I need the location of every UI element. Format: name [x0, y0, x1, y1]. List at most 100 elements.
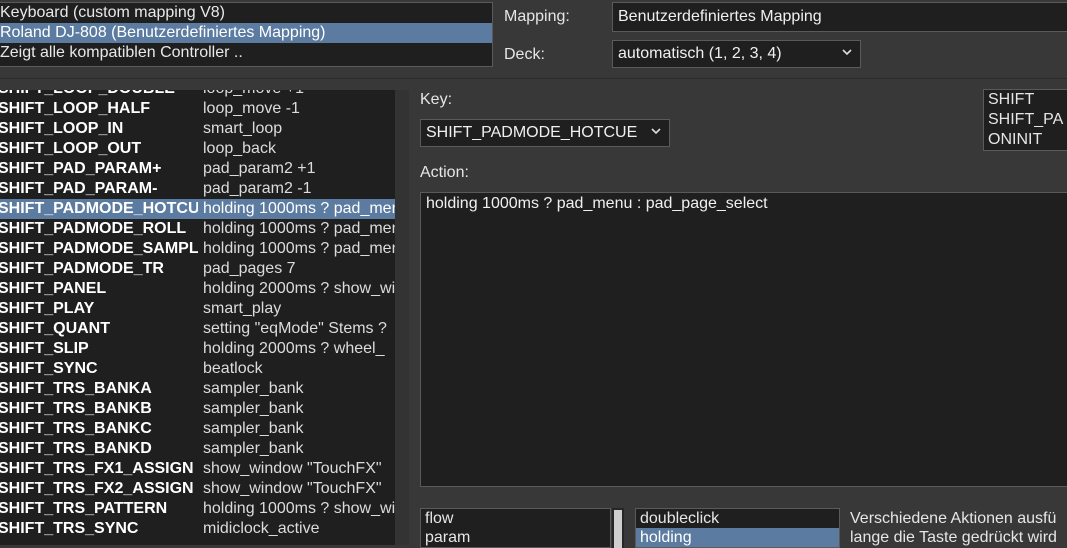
mapping-row[interactable]: SHIFT_PADMODE_ROLL holding 1000ms ? pad_m…: [0, 219, 395, 239]
category-list[interactable]: flow param: [420, 508, 611, 548]
mapping-action: show_window "TouchFX": [203, 480, 382, 497]
modifier-item[interactable]: SHIFT_PA: [984, 110, 1067, 130]
deck-select-value: automatisch (1, 2, 3, 4): [618, 45, 782, 62]
mapping-action: holding 1000ms ? pad_menu: [203, 240, 395, 257]
chevron-down-icon: [842, 49, 852, 56]
mapping-key: SHIFT_LOOP_DOUBLE: [0, 90, 198, 99]
mapping-row[interactable]: SHIFT_LOOP_HALF loop_move -1: [0, 99, 395, 119]
event-item[interactable]: holding: [636, 528, 839, 547]
mapping-key: SHIFT_TRS_FX2_ASSIGN: [0, 480, 194, 497]
mapping-row[interactable]: SHIFT_PLAY smart_play: [0, 299, 395, 319]
mapping-row[interactable]: SHIFT_TRS_BANKB sampler_bank: [0, 399, 395, 419]
mapping-row[interactable]: SHIFT_PADMODE_SAMPLER holding 1000ms ? pa…: [0, 239, 395, 259]
mapping-row[interactable]: SHIFT_TRS_FX1_ASSIGN show_window "TouchFX…: [0, 459, 395, 479]
mapping-row[interactable]: SHIFT_LOOP_IN smart_loop: [0, 119, 395, 139]
key-label: Key:: [420, 91, 453, 108]
mapping-action: setting "eqMode" Stems ?: [203, 320, 387, 337]
mapping-action: pad_param2 -1: [203, 180, 312, 197]
mapping-key: SHIFT_LOOP_OUT: [0, 140, 142, 157]
category-scrollbar-thumb[interactable]: [614, 510, 622, 548]
mapping-key: SHIFT_SLIP: [0, 340, 89, 357]
mapping-action: pad_param2 +1: [203, 160, 316, 177]
mapping-key: SHIFT_QUANT: [0, 320, 110, 337]
mapping-row[interactable]: SHIFT_TRS_FX2_ASSIGN show_window "TouchFX…: [0, 479, 395, 499]
chevron-down-icon: [651, 128, 661, 135]
list-gutter: [395, 90, 409, 545]
action-editor[interactable]: holding 1000ms ? pad_menu : pad_page_sel…: [420, 192, 1067, 487]
mapping-row[interactable]: SHIFT_PANEL holding 2000ms ? show_window: [0, 279, 395, 299]
mapping-row[interactable]: SHIFT_SLIP holding 2000ms ? wheel_: [0, 339, 395, 359]
mapping-action: holding 2000ms ? wheel_: [203, 340, 385, 357]
mapping-key: SHIFT_TRS_SYNC: [0, 520, 139, 537]
mapping-key: SHIFT_PANEL: [0, 280, 107, 297]
mapping-key: SHIFT_PAD_PARAM-: [0, 180, 158, 197]
mapping-row[interactable]: SHIFT_TRS_SYNC midiclock_active: [0, 519, 395, 539]
mapping-key: SHIFT_TRS_BANKC: [0, 420, 152, 437]
deck-select[interactable]: automatisch (1, 2, 3, 4): [612, 40, 861, 68]
mapping-name-field[interactable]: Benutzerdefiniertes Mapping: [612, 2, 1067, 32]
mapping-key: SHIFT_TRS_BANKB: [0, 400, 152, 417]
mapping-row[interactable]: SHIFT_PAD_PARAM+ pad_param2 +1: [0, 159, 395, 179]
mapping-row[interactable]: SHIFT_TRS_BANKC sampler_bank: [0, 419, 395, 439]
mapping-action: loop_move -1: [203, 100, 300, 117]
mapping-action: loop_move +1: [203, 90, 395, 99]
deck-label: Deck:: [504, 46, 545, 63]
mapping-action: loop_back: [203, 140, 276, 157]
mapping-action: beatlock: [203, 360, 263, 377]
controller-list-item[interactable]: Keyboard (custom mapping V8): [0, 3, 492, 23]
mapping-key: SHIFT_TRS_FX1_ASSIGN: [0, 460, 194, 477]
category-item[interactable]: flow: [421, 509, 610, 528]
mapping-key: SHIFT_LOOP_IN: [0, 120, 124, 137]
mapping-row[interactable]: SHIFT_TRS_BANKA sampler_bank: [0, 379, 395, 399]
mapping-key: SHIFT_PADMODE_ROLL: [0, 220, 187, 237]
mapping-row[interactable]: SHIFT_PAD_PARAM-pad_param2 -1: [0, 179, 395, 199]
mapping-action: show_window "TouchFX": [203, 460, 382, 477]
mapping-action: sampler_bank: [203, 380, 304, 397]
mapping-row[interactable]: SHIFT_PADMODE_TR pad_pages 7: [0, 259, 395, 279]
mapping-key: SHIFT_TRS_PATTERN: [0, 500, 168, 517]
mapping-label: Mapping:: [504, 8, 570, 25]
mapping-row[interactable]: SHIFT_QUANT setting "eqMode" Stems ?: [0, 319, 395, 339]
mapping-action: holding 1000ms ? show_window: [203, 500, 395, 517]
mapping-row[interactable]: SHIFT_PADMODE_HOTCUE holding 1000ms ? pad…: [0, 199, 395, 219]
action-label: Action:: [420, 164, 469, 181]
mapping-action: holding 1000ms ? pad_menu: [203, 220, 395, 237]
mapping-action: sampler_bank: [203, 400, 304, 417]
mapping-list[interactable]: SHIFT_LOOP_DOUBLEloop_move +1SHIFT_LOOP_…: [0, 90, 395, 545]
mapping-action: sampler_bank: [203, 420, 304, 437]
mapping-key: SHIFT_PADMODE_SAMPLER: [0, 240, 198, 257]
controller-list-item[interactable]: Roland DJ-808 (Benutzerdefiniertes Mappi…: [0, 23, 492, 43]
modifier-list[interactable]: SHIFT SHIFT_PA ONINIT: [983, 89, 1067, 151]
controller-list-item[interactable]: Zeigt alle kompatiblen Controller ..: [0, 43, 492, 63]
mapping-key: SHIFT_PADMODE_TR: [0, 260, 164, 277]
mapping-row[interactable]: SHIFT_LOOP_OUT loop_back: [0, 139, 395, 159]
mapping-key: SHIFT_PAD_PARAM+: [0, 160, 162, 177]
controller-list[interactable]: Keyboard (custom mapping V8) Roland DJ-80…: [0, 2, 493, 67]
event-item[interactable]: doubleclick: [636, 509, 839, 528]
mapping-key: SHIFT_SYNC: [0, 360, 98, 377]
modifier-item[interactable]: ONINIT: [984, 130, 1067, 150]
mapping-row[interactable]: SHIFT_SYNC beatlock: [0, 359, 395, 379]
mapping-key: SHIFT_TRS_BANKD: [0, 440, 152, 457]
help-text: Verschiedene Aktionen ausfü lange die Ta…: [850, 509, 1067, 547]
mapping-row[interactable]: SHIFT_LOOP_DOUBLE loop_move +1: [0, 90, 395, 99]
mapping-action: holding 1000ms ? pad_menu : pad_page_sel…: [203, 200, 395, 217]
event-list[interactable]: doubleclick holding: [635, 508, 840, 548]
modifier-item[interactable]: SHIFT: [984, 90, 1067, 110]
mapping-row[interactable]: SHIFT_TRS_PATTERN holding 1000ms ? show_w…: [0, 499, 395, 519]
mapping-key: SHIFT_LOOP_HALF: [0, 100, 151, 117]
key-select[interactable]: SHIFT_PADMODE_HOTCUE: [420, 119, 670, 147]
mapping-action: smart_play: [203, 300, 282, 317]
mapping-key: SHIFT_TRS_BANKA: [0, 380, 152, 397]
mapping-row[interactable]: SHIFT_TRS_BANKD sampler_bank: [0, 439, 395, 459]
category-item[interactable]: param: [421, 528, 610, 547]
help-line-2: lange die Taste gedrückt wird: [850, 529, 1057, 546]
mapping-key: SHIFT_PADMODE_HOTCUE: [0, 200, 198, 217]
divider: [0, 78, 1067, 79]
help-line-1: Verschiedene Aktionen ausfü: [850, 510, 1057, 527]
mapping-name-value: Benutzerdefiniertes Mapping: [618, 8, 822, 25]
key-select-value: SHIFT_PADMODE_HOTCUE: [426, 124, 638, 141]
mapping-action: midiclock_active: [203, 520, 320, 537]
mapping-action: holding 2000ms ? show_window: [203, 280, 395, 297]
mapping-action: smart_loop: [203, 120, 283, 137]
